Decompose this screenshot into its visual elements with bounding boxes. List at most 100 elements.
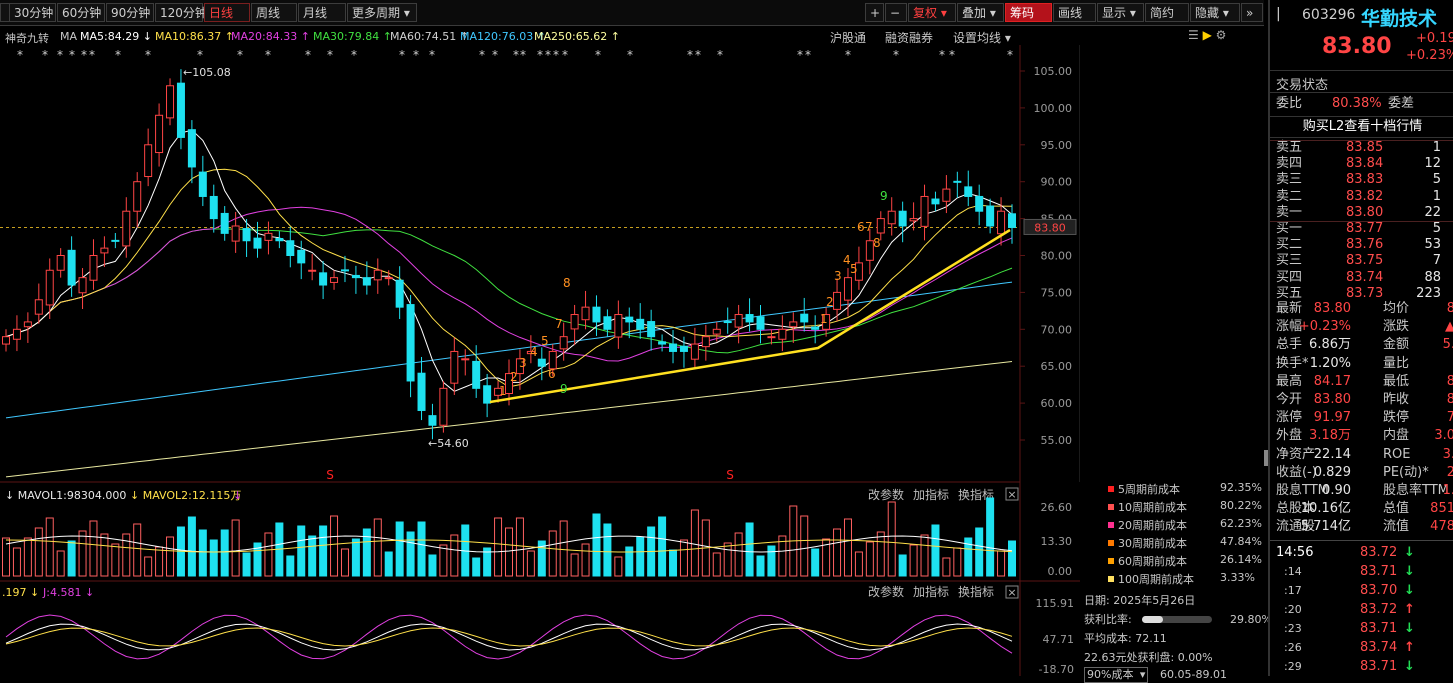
close-icon-glyph: × [1007, 488, 1016, 501]
toolbar-btn-8[interactable]: 隐藏 ▾ [1190, 3, 1240, 22]
stat-row: 今开 83.80 昨收 8 [1276, 392, 1453, 407]
signal-star: * [553, 48, 559, 62]
candle-body [253, 237, 262, 249]
toolbar-btn-4[interactable]: 筹码 [1005, 3, 1052, 22]
price-axis-label: 95.00 [1041, 139, 1073, 152]
candle-body [953, 180, 962, 183]
signal-star: * [197, 48, 203, 62]
volume-bar [472, 557, 481, 577]
candle-body [625, 316, 634, 323]
volume-bar [690, 509, 699, 577]
candle-body [833, 291, 842, 310]
toolbar-btn-0[interactable]: + [865, 3, 884, 22]
ma-link-0[interactable]: 沪股通 [830, 29, 866, 46]
orderbook-row[interactable]: 买四 83.74 88 [1276, 270, 1451, 286]
volume-bar [526, 550, 535, 577]
candle-body [843, 277, 852, 301]
nine-turn-label: 1 [499, 384, 507, 398]
cost-select[interactable]: 90%成本 ▾ [1084, 667, 1149, 683]
period-1[interactable]: 60分钟 [57, 3, 105, 22]
orderbook-row[interactable]: 买二 83.76 53 [1276, 237, 1451, 253]
period-6[interactable]: 月线 [298, 3, 346, 22]
signal-star: * [57, 48, 63, 62]
volume-bar [756, 555, 765, 577]
candle-body [997, 210, 1006, 235]
back-icon[interactable]: | [1276, 6, 1281, 22]
period-3[interactable]: 120分钟 [155, 3, 207, 22]
l2-link[interactable]: 购买L2查看十档行情 [1270, 116, 1453, 138]
ma-link-2[interactable]: 设置均线 ▾ [953, 29, 1011, 46]
volume-bar [406, 531, 415, 577]
toolbar-icons[interactable]: ☰ ▶ ⚙ [1188, 28, 1226, 42]
candle-body [45, 269, 54, 306]
candle-body [581, 306, 590, 321]
stat-row: 涨幅 +0.23% 涨跌 ▲ [1276, 319, 1453, 335]
ma-link-1[interactable]: 融资融券 [885, 29, 933, 46]
signal-star: * [562, 48, 568, 62]
volume-bar [242, 552, 251, 577]
toolbar-more-icon[interactable]: » [1241, 3, 1263, 22]
volume-bar [997, 550, 1006, 577]
toolbar-btn-2[interactable]: 复权 ▾ [908, 3, 956, 22]
orderbook-row[interactable]: 卖三 83.83 5 [1276, 172, 1451, 188]
kdj-title-2: J:4.581 ↓ [42, 586, 94, 599]
period-7[interactable]: 更多周期 ▾ [347, 3, 417, 22]
orderbook-row[interactable]: 卖二 83.82 1 [1276, 189, 1451, 205]
toolbar-btn-3[interactable]: 叠加 ▾ [957, 3, 1004, 22]
price-axis-label: 105.00 [1034, 65, 1073, 78]
stock-code: 603296 [1302, 7, 1356, 23]
signal-star: * [145, 48, 151, 62]
signal-star: * [305, 48, 311, 62]
price-axis-label: 70.00 [1041, 323, 1073, 336]
orderbook-row[interactable]: 买一 83.77 5 [1276, 221, 1451, 237]
volume-bar [155, 546, 164, 577]
flag-icon[interactable]: ▶ [1203, 28, 1212, 42]
candle-body [12, 328, 21, 340]
toolbar-btn-5[interactable]: 画线 [1053, 3, 1096, 22]
stat-row: 股息TTM0.90股息率TTM1. [1276, 483, 1453, 498]
volume-bar [679, 539, 688, 577]
period-4[interactable]: 日线 [204, 3, 250, 22]
toolbar-btn-7[interactable]: 简约 [1145, 3, 1189, 22]
candle-body [297, 249, 306, 264]
kline-chart[interactable]: 105.00100.0095.0090.0085.0080.0075.0070.… [0, 45, 1080, 676]
volume-bar [865, 541, 874, 577]
signal-star: * [81, 48, 87, 62]
nine-turn-label: 1 [820, 312, 828, 326]
candle-body [789, 321, 798, 328]
candle-body [658, 341, 667, 345]
toolbar-btn-1[interactable]: − [885, 3, 907, 22]
orderbook-row[interactable]: 买三 83.75 7 [1276, 253, 1451, 269]
volume-bar [384, 551, 393, 577]
vol-axis-label: 13.30 [1041, 535, 1073, 548]
candle-body [187, 129, 196, 168]
nine-turn-label: 7 [865, 220, 873, 234]
orderbook-row[interactable]: 卖五 83.85 1 [1276, 140, 1451, 156]
kdj-axis-label: 115.91 [1036, 597, 1075, 610]
orderbook-row[interactable]: 卖一 83.80 22 [1276, 205, 1451, 221]
nine-turn-label: 7 [555, 317, 563, 331]
period-5[interactable]: 周线 [251, 3, 297, 22]
tick-row: :20 83.72 ↑ [1284, 602, 1415, 617]
signal-star: * [492, 48, 498, 62]
kdj-btn-1: 加指标 [913, 584, 949, 599]
candle-body [34, 299, 43, 315]
orderbook-row[interactable]: 卖四 83.84 12 [1276, 156, 1451, 172]
toolbar-btn-6[interactable]: 显示 ▾ [1097, 3, 1144, 22]
stat-row: 外盘 3.18万 内盘 3.0 [1276, 428, 1453, 444]
volume-bar [986, 497, 995, 577]
nine-turn-label: 9 [880, 189, 888, 203]
candle-body [876, 218, 885, 234]
period-2[interactable]: 90分钟 [106, 3, 154, 22]
signal-star: * [797, 48, 803, 62]
volume-bar [625, 546, 634, 577]
settings-icon[interactable]: ⚙ [1216, 28, 1227, 42]
nine-turn-label: 5 [850, 262, 858, 276]
signal-star: * [695, 48, 701, 62]
volume-bar [800, 515, 809, 577]
list-icon[interactable]: ☰ [1188, 28, 1199, 42]
tick-row: :29 83.71 ↓ [1284, 659, 1415, 674]
period-0[interactable]: 30分钟 [9, 3, 56, 22]
volume-bar [100, 533, 109, 577]
price-change-pct: +0.23% [1406, 48, 1453, 63]
